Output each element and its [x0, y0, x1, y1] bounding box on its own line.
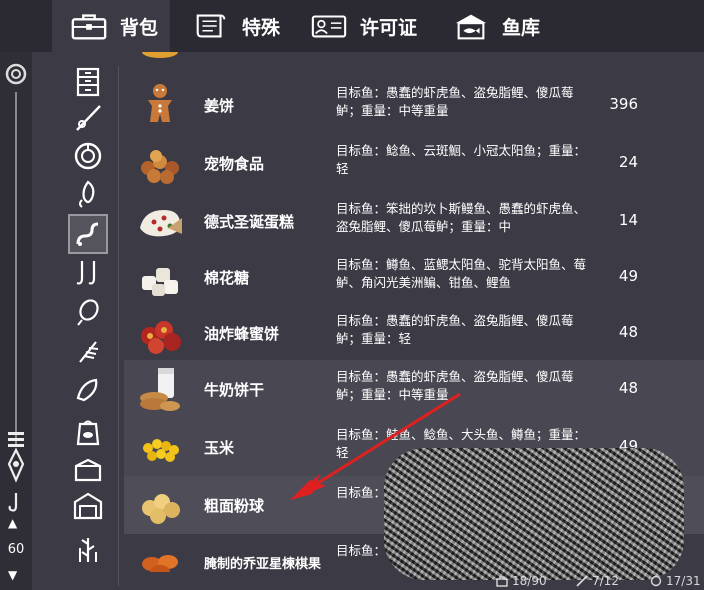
tab-fish-shop[interactable]: 鱼库 [450, 0, 540, 52]
tab-backpack[interactable]: 背包 [52, 0, 170, 52]
capacity-value: 18/90 [512, 574, 547, 588]
item-name: 德式圣诞蛋糕 [204, 213, 295, 231]
milk-cookie-thumbnail [140, 368, 180, 411]
item-description: 目标鱼：愚蠢的虾虎鱼、盗兔脂鲤、傻瓜莓鲈；重量：中等重量 [336, 369, 574, 402]
spoon-lure-icon[interactable] [68, 292, 108, 332]
chevron-down-icon[interactable]: ▼ [8, 568, 17, 582]
list-item[interactable] [124, 52, 704, 64]
list-item[interactable]: 棉花糖 目标鱼：鳟鱼、蓝鳃太阳鱼、驼背太阳鱼、莓鲈、角闪光美洲鳊、钳鱼、鲤鱼 4… [124, 248, 704, 306]
column-divider [118, 66, 119, 586]
top-tab-bar: 背包 特殊 许可证 鱼库 [0, 0, 704, 52]
plants-icon[interactable] [68, 528, 108, 568]
drawer-cabinet-icon[interactable] [68, 62, 108, 102]
item-name: 牛奶饼干 [204, 381, 265, 399]
garage-icon[interactable] [68, 486, 108, 526]
corn-thumbnail [143, 439, 179, 462]
capacity-status: 18/90 [496, 574, 547, 588]
item-description: 目标鱼：愚蠢的虾虎鱼、盗兔脂鲤、傻瓜莓鲈；重量：轻 [336, 313, 574, 346]
item-name: 宠物食品 [204, 155, 265, 173]
tab-label: 特殊 [242, 16, 281, 39]
reel-icon [5, 63, 27, 85]
toolbox-icon [68, 9, 110, 43]
pickled-fruit-thumbnail [142, 555, 178, 572]
fly-lure-icon[interactable] [68, 332, 108, 372]
item-name: 棉花糖 [204, 269, 250, 287]
item-quantity: 48 [618, 379, 638, 397]
item-name: 腌制的乔亚星楝棋果 [204, 557, 322, 572]
scroll-icon [190, 9, 232, 43]
honey-cake-thumbnail [141, 321, 181, 354]
tab-label: 许可证 [360, 16, 418, 39]
lures-status: 17/31 [650, 574, 701, 588]
hooks-icon[interactable] [68, 254, 108, 294]
marshmallow-thumbnail [142, 268, 178, 296]
stollen-thumbnail [140, 210, 182, 237]
item-description: 目标鱼：鳟鱼、蓝鳃太阳鱼、驼背太阳鱼、莓鲈、角闪光美洲鳊、钳鱼、鲤鱼 [336, 257, 587, 290]
item-name: 油炸蜂蜜饼 [204, 325, 280, 343]
list-item[interactable]: 油炸蜂蜜饼 目标鱼：愚蠢的虾虎鱼、盗兔脂鲤、傻瓜莓鲈；重量：轻 48 [124, 304, 704, 362]
depth-value: 60 [7, 542, 25, 557]
category-column [32, 52, 119, 590]
chevron-up-icon[interactable]: ▲ [8, 516, 17, 530]
depth-line [15, 92, 17, 444]
item-quantity: 48 [618, 323, 638, 341]
list-item[interactable]: 宠物食品 目标鱼：鲶鱼、云斑鮰、小冠太阳鱼；重量：轻 24 [124, 134, 704, 192]
soft-bait-icon[interactable] [68, 370, 108, 410]
item-description: 目标鱼：愚蠢的虾虎鱼、盗兔脂鲤、傻瓜莓鲈；重量：中等重量 [336, 85, 574, 118]
item-quantity: 14 [618, 211, 638, 229]
reel-icon[interactable] [68, 136, 108, 176]
item-quantity: 24 [618, 153, 638, 171]
list-item[interactable]: 牛奶饼干 目标鱼：愚蠢的虾虎鱼、盗兔脂鲤、傻瓜莓鲈；重量：中等重量 48 [124, 360, 704, 418]
item-name: 姜饼 [204, 97, 235, 115]
blur-overlay [384, 448, 684, 580]
depth-rail: ▲ 60 ▼ [0, 52, 32, 590]
rod-icon [576, 575, 588, 587]
lure-status-icon [650, 575, 662, 587]
lure-icon[interactable] [68, 174, 108, 214]
tab-label: 鱼库 [502, 16, 541, 39]
pet-food-thumbnail [141, 150, 179, 184]
license-card-icon [308, 9, 350, 43]
item-quantity: 49 [618, 267, 638, 285]
rods-status: 7/12 [576, 574, 619, 588]
fish-shop-icon [450, 9, 492, 43]
lures-value: 17/31 [666, 574, 701, 588]
item-name: 玉米 [204, 439, 235, 457]
bait-bag-icon[interactable] [68, 412, 108, 452]
semolina-ball-thumbnail [142, 494, 180, 524]
box-icon[interactable] [68, 450, 108, 490]
tab-label: 背包 [120, 16, 159, 39]
fishing-rod-icon[interactable] [68, 98, 108, 138]
list-item[interactable]: 德式圣诞蛋糕 目标鱼：笨拙的坎卜斯鳗鱼、愚蠢的虾虎鱼、盗兔脂鲤、傻瓜莓鲈；重量：… [124, 192, 704, 250]
tab-special[interactable]: 特殊 [190, 0, 280, 52]
list-item[interactable]: 姜饼 目标鱼：愚蠢的虾虎鱼、盗兔脂鲤、傻瓜莓鲈；重量：中等重量 396 [124, 76, 704, 134]
item-thumbnail [142, 52, 178, 58]
item-name: 粗面粉球 [204, 497, 265, 515]
hook-icon [8, 493, 18, 512]
bag-icon [496, 576, 508, 587]
rods-value: 7/12 [592, 574, 619, 588]
tab-license[interactable]: 许可证 [308, 0, 417, 52]
worm-bait-icon[interactable] [68, 214, 108, 254]
gingerbread-thumbnail [148, 84, 172, 122]
float-bobber-icon[interactable] [6, 430, 26, 484]
item-quantity: 396 [609, 95, 638, 113]
item-description: 目标鱼：笨拙的坎卜斯鳗鱼、愚蠢的虾虎鱼、盗兔脂鲤、傻瓜莓鲈；重量：中 [336, 201, 587, 234]
item-description: 目标鱼：鲶鱼、云斑鮰、小冠太阳鱼；重量：轻 [336, 143, 587, 176]
